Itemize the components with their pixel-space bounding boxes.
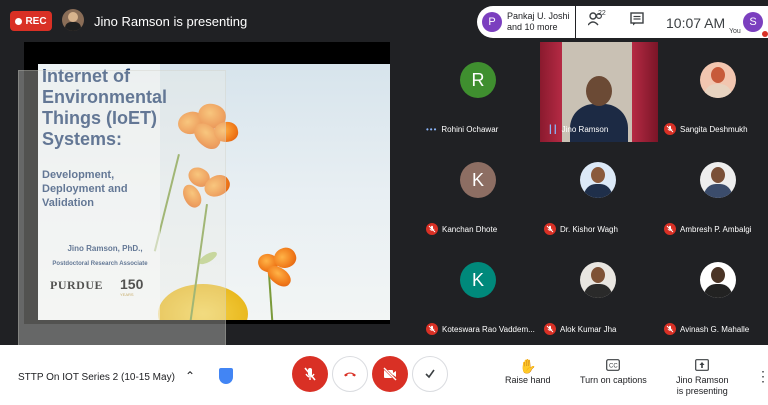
speaking-bars-icon: ┃┃ bbox=[548, 124, 558, 134]
record-dot-icon bbox=[15, 17, 23, 25]
people-summary-pill[interactable]: P Pankaj U. Joshi and 10 more bbox=[477, 6, 575, 38]
participant-tile[interactable]: Alok Kumar Jha bbox=[540, 242, 656, 342]
mic-off-icon bbox=[426, 323, 438, 335]
participant-photo bbox=[580, 162, 616, 198]
participant-avatar: K bbox=[460, 262, 496, 298]
participant-name-row: Koteswara Rao Vaddem... bbox=[426, 322, 535, 336]
self-avatar[interactable]: S bbox=[743, 12, 763, 32]
mic-off-icon bbox=[664, 223, 676, 235]
participant-photo bbox=[700, 162, 736, 198]
audio-level-icon: ••• bbox=[426, 124, 438, 134]
presenting-label-line2: is presenting bbox=[676, 386, 728, 396]
participant-name: Ambresh P. Ambalgi bbox=[680, 224, 752, 234]
participant-grid: R ••• Rohini Ochawar ┃┃ Jino Ramson Sangita D… bbox=[420, 42, 768, 342]
participant-name-row: Dr. Kishor Wagh bbox=[544, 222, 618, 236]
participant-tile[interactable]: Dr. Kishor Wagh bbox=[540, 142, 656, 242]
microphone-toggle-button[interactable] bbox=[292, 356, 328, 392]
people-summary-line2: and 10 more bbox=[507, 22, 558, 32]
mic-off-icon bbox=[664, 323, 676, 335]
people-summary-text: Pankaj U. Joshi and 10 more bbox=[507, 11, 570, 33]
participant-avatar: K bbox=[460, 162, 496, 198]
participant-name: Rohini Ochawar bbox=[441, 124, 499, 134]
clock-time: 10:07 AM bbox=[666, 15, 726, 31]
participant-name: Kanchan Dhote bbox=[442, 224, 498, 234]
top-right-panel: 22 10:07 AM You S bbox=[576, 6, 768, 38]
chat-icon[interactable] bbox=[630, 12, 644, 29]
participant-name-row: Sangita Deshmukh bbox=[664, 122, 748, 136]
leave-call-button[interactable] bbox=[332, 356, 368, 392]
you-label: You bbox=[729, 28, 741, 35]
participant-photo bbox=[700, 62, 736, 98]
bottom-control-bar: STTP On IOT Series 2 (10-15 May) ⌃ ✋ Rai… bbox=[0, 345, 768, 405]
recording-badge: REC bbox=[10, 11, 52, 31]
chevron-up-icon[interactable]: ⌃ bbox=[185, 369, 195, 383]
mic-off-icon bbox=[664, 123, 676, 135]
present-confirm-button[interactable] bbox=[412, 356, 448, 392]
participant-name-row: Avinash G. Mahalle bbox=[664, 322, 749, 336]
participant-name: Jino Ramson bbox=[561, 124, 609, 134]
hang-up-icon bbox=[344, 372, 356, 377]
camera-toggle-button[interactable] bbox=[372, 356, 408, 392]
participant-name-row: Kanchan Dhote bbox=[426, 222, 497, 236]
mic-off-icon bbox=[544, 223, 556, 235]
captions-label: Turn on captions bbox=[580, 375, 647, 385]
participant-tile[interactable]: R ••• Rohini Ochawar bbox=[420, 42, 536, 142]
participant-tile[interactable]: Sangita Deshmukh bbox=[660, 42, 768, 142]
mic-off-icon bbox=[304, 367, 316, 381]
mic-off-icon bbox=[426, 223, 438, 235]
participant-photo bbox=[700, 262, 736, 298]
presenter-avatar bbox=[62, 9, 84, 31]
meet-window: REC Jino Ramson is presenting P Pankaj U… bbox=[0, 0, 768, 405]
raise-hand-icon: ✋ bbox=[519, 358, 537, 374]
participant-name: Koteswara Rao Vaddem... bbox=[442, 324, 535, 334]
participant-name-row: ┃┃ Jino Ramson bbox=[548, 122, 608, 136]
self-notification-dot bbox=[762, 31, 768, 37]
participant-name-row: ••• Rohini Ochawar bbox=[426, 122, 498, 136]
participant-name: Dr. Kishor Wagh bbox=[560, 224, 618, 234]
participant-count: 22 bbox=[598, 10, 606, 17]
svg-text:CC: CC bbox=[609, 364, 618, 370]
mic-off-icon bbox=[544, 323, 556, 335]
more-options-icon[interactable]: ⋮ bbox=[756, 368, 768, 385]
participant-name-row: Alok Kumar Jha bbox=[544, 322, 616, 336]
participant-tile[interactable]: K Kanchan Dhote bbox=[420, 142, 536, 242]
presenting-status-text: Jino Ramson is presenting bbox=[94, 14, 248, 29]
checkmark-icon bbox=[425, 369, 435, 379]
captions-icon: CC bbox=[606, 357, 621, 375]
people-summary-line1: Pankaj U. Joshi bbox=[507, 11, 570, 21]
meeting-title[interactable]: STTP On IOT Series 2 (10-15 May) bbox=[18, 372, 175, 383]
presenting-label-line1: Jino Ramson bbox=[676, 375, 729, 385]
people-avatar: P bbox=[482, 12, 502, 32]
participant-name: Avinash G. Mahalle bbox=[680, 324, 750, 334]
captions-button[interactable]: CC Turn on captions bbox=[580, 357, 647, 386]
presenting-button[interactable]: Jino Ramson is presenting bbox=[676, 357, 729, 397]
raise-hand-label: Raise hand bbox=[505, 375, 551, 385]
participant-tile[interactable]: K Koteswara Rao Vaddem... bbox=[420, 242, 536, 342]
shield-icon[interactable] bbox=[219, 368, 233, 384]
participant-name: Sangita Deshmukh bbox=[680, 124, 748, 134]
participant-photo bbox=[580, 262, 616, 298]
camera-off-icon bbox=[383, 367, 397, 381]
recording-label: REC bbox=[25, 15, 47, 27]
present-screen-icon bbox=[695, 357, 710, 375]
participant-tile[interactable]: ┃┃ Jino Ramson bbox=[540, 42, 658, 142]
top-bar: REC Jino Ramson is presenting P Pankaj U… bbox=[0, 0, 768, 42]
participant-name: Alok Kumar Jha bbox=[560, 324, 617, 334]
participant-tile[interactable]: Avinash G. Mahalle bbox=[660, 242, 768, 342]
participant-avatar: R bbox=[460, 62, 496, 98]
participant-name-row: Ambresh P. Ambalgi bbox=[664, 222, 751, 236]
raise-hand-button[interactable]: ✋ Raise hand bbox=[505, 357, 551, 386]
participant-tile[interactable]: Ambresh P. Ambalgi bbox=[660, 142, 768, 242]
